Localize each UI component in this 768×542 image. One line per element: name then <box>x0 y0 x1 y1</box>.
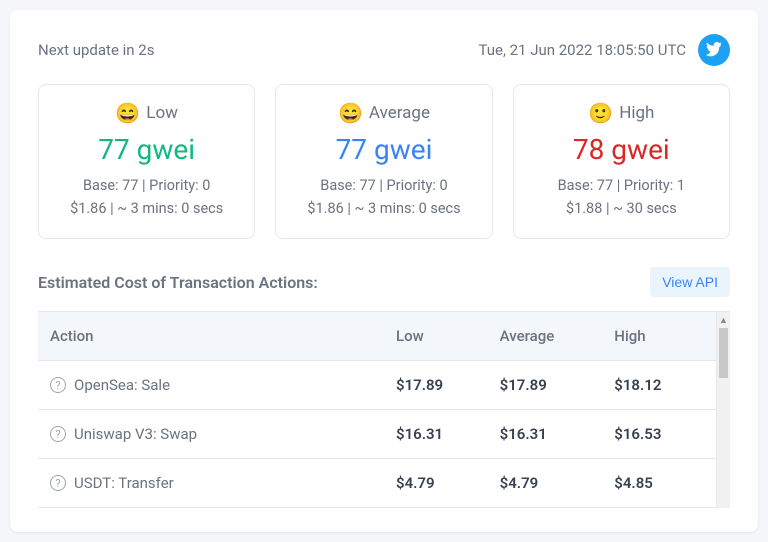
gas-tracker-card: Next update in 2s Tue, 21 Jun 2022 18:05… <box>10 10 758 532</box>
actions-table-wrap: Action Low Average High ? OpenSea: Sale $… <box>38 311 730 508</box>
gas-low-cost-time: $1.86 | ~ 3 mins: 0 secs <box>51 197 242 220</box>
help-icon[interactable]: ? <box>50 475 66 491</box>
gas-avg-label: Average <box>369 103 430 123</box>
table-row: ? Uniswap V3: Swap $16.31 $16.31 $16.53 <box>38 410 730 459</box>
emoji-grin-icon: 😄 <box>115 101 140 125</box>
gas-low-title: 😄 Low <box>51 101 242 125</box>
table-header-high: High <box>602 312 706 361</box>
gas-avg-value: 77 gwei <box>288 133 479 166</box>
timestamp-text: Tue, 21 Jun 2022 18:05:50 UTC <box>478 41 686 59</box>
gas-avg-base-priority: Base: 77 | Priority: 0 <box>288 174 479 197</box>
top-right: Tue, 21 Jun 2022 18:05:50 UTC <box>478 34 730 66</box>
section-title-row: Estimated Cost of Transaction Actions: V… <box>38 267 730 297</box>
table-header-row: Action Low Average High <box>38 312 730 361</box>
emoji-slight-smile-icon: 🙂 <box>588 101 613 125</box>
twitter-icon <box>706 42 722 58</box>
gas-row: 😄 Low 77 gwei Base: 77 | Priority: 0 $1.… <box>38 84 730 239</box>
action-name: Uniswap V3: Swap <box>74 425 197 443</box>
gas-high-cost-time: $1.88 | ~ 30 secs <box>526 197 717 220</box>
gas-high-title: 🙂 High <box>526 101 717 125</box>
scroll-thumb[interactable] <box>719 328 728 378</box>
cost-high: $18.12 <box>602 361 706 410</box>
gas-avg-cost-time: $1.86 | ~ 3 mins: 0 secs <box>288 197 479 220</box>
cost-avg: $17.89 <box>488 361 603 410</box>
table-row: ? USDT: Transfer $4.79 $4.79 $4.85 <box>38 459 730 508</box>
cost-high: $16.53 <box>602 410 706 459</box>
gas-avg-title: 😄 Average <box>288 101 479 125</box>
gas-high-label: High <box>619 103 654 123</box>
table-row: ? OpenSea: Sale $17.89 $17.89 $18.12 <box>38 361 730 410</box>
action-cell: ? Uniswap V3: Swap <box>50 425 372 443</box>
cost-high: $4.85 <box>602 459 706 508</box>
action-name: USDT: Transfer <box>74 474 174 492</box>
gas-box-low: 😄 Low 77 gwei Base: 77 | Priority: 0 $1.… <box>38 84 255 239</box>
table-header-low: Low <box>384 312 488 361</box>
next-update-text: Next update in 2s <box>38 41 154 59</box>
action-cell: ? OpenSea: Sale <box>50 376 372 394</box>
cost-low: $4.79 <box>384 459 488 508</box>
actions-table: Action Low Average High ? OpenSea: Sale $… <box>38 312 730 508</box>
cost-low: $16.31 <box>384 410 488 459</box>
view-api-button[interactable]: View API <box>650 267 730 297</box>
help-icon[interactable]: ? <box>50 426 66 442</box>
actions-section-title: Estimated Cost of Transaction Actions: <box>38 273 318 292</box>
gas-low-label: Low <box>146 103 178 123</box>
table-scrollbar[interactable]: ▲ <box>716 312 730 508</box>
gas-low-value: 77 gwei <box>51 133 242 166</box>
cost-low: $17.89 <box>384 361 488 410</box>
action-cell: ? USDT: Transfer <box>50 474 372 492</box>
top-row: Next update in 2s Tue, 21 Jun 2022 18:05… <box>38 34 730 66</box>
help-icon[interactable]: ? <box>50 377 66 393</box>
twitter-button[interactable] <box>698 34 730 66</box>
table-header-avg: Average <box>488 312 603 361</box>
emoji-smile-icon: 😄 <box>338 101 363 125</box>
cost-avg: $16.31 <box>488 410 603 459</box>
scroll-up-arrow-icon[interactable]: ▲ <box>717 312 730 328</box>
table-header-action: Action <box>38 312 384 361</box>
gas-low-base-priority: Base: 77 | Priority: 0 <box>51 174 242 197</box>
cost-avg: $4.79 <box>488 459 603 508</box>
gas-box-high: 🙂 High 78 gwei Base: 77 | Priority: 1 $1… <box>513 84 730 239</box>
gas-high-base-priority: Base: 77 | Priority: 1 <box>526 174 717 197</box>
gas-box-avg: 😄 Average 77 gwei Base: 77 | Priority: 0… <box>275 84 492 239</box>
gas-high-value: 78 gwei <box>526 133 717 166</box>
action-name: OpenSea: Sale <box>74 376 170 394</box>
